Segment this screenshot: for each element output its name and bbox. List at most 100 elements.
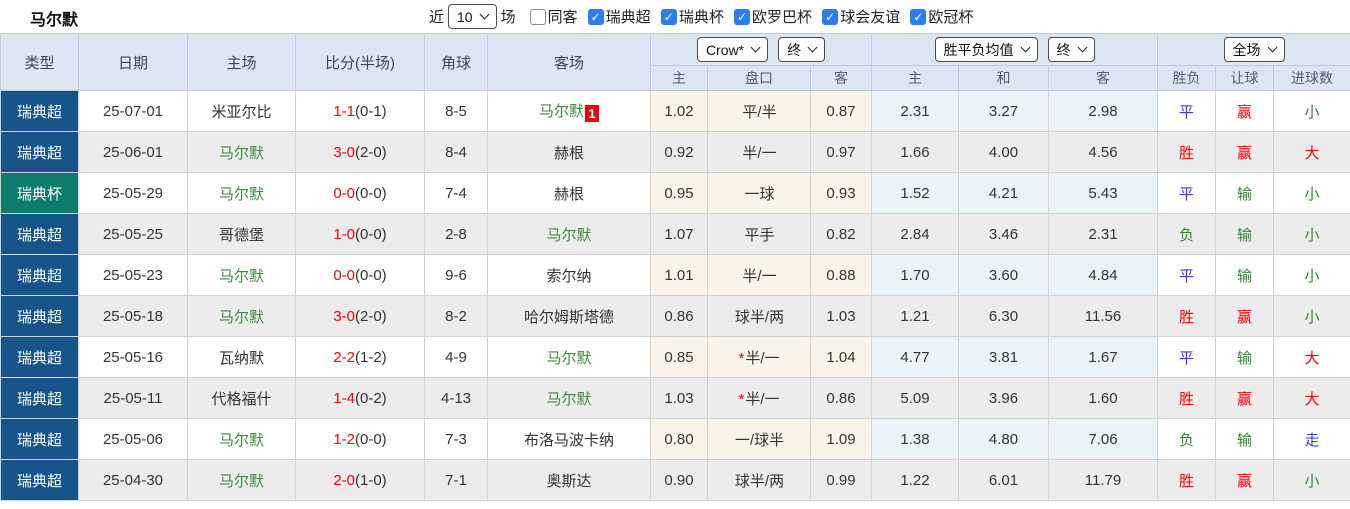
away-team-name: 布洛马波卡纳 <box>523 431 614 449</box>
bookmaker-select[interactable]: Crow* <box>696 37 769 62</box>
handicap-result: 赢 <box>1237 308 1253 326</box>
home-team-name: 哥德堡 <box>218 226 264 244</box>
col-header-wdl: 胜负 <box>1157 65 1217 91</box>
fulltime-score: 1-1 <box>333 102 355 120</box>
league-label: 瑞典杯 <box>678 9 724 26</box>
page-title: 马尔默 <box>30 12 79 29</box>
halftime-score: (1-0) <box>355 471 387 489</box>
recent-count-select[interactable]: 10 <box>448 4 497 29</box>
halftime-score: (2-0) <box>355 143 387 161</box>
halftime-score: (0-0) <box>355 430 387 448</box>
wdl-result: 平 <box>1179 103 1195 121</box>
avg-away-odds-cell: 4.84 <box>1048 254 1159 296</box>
date-cell: 25-05-25 <box>78 213 188 255</box>
league-checkbox[interactable] <box>734 8 750 25</box>
same-venue-filter[interactable]: 同客 <box>529 6 578 27</box>
home-team-cell: 马尔默 <box>187 418 296 460</box>
goals-result-cell: 小 <box>1273 213 1350 255</box>
avg-home-odds-cell: 5.09 <box>871 377 960 419</box>
avg-draw-odds-cell: 4.00 <box>958 131 1050 173</box>
home-team-name: 马尔默 <box>218 185 264 203</box>
handicap-result-cell: 赢 <box>1215 377 1275 419</box>
home-team-cell: 马尔默 <box>187 131 296 173</box>
handicap-result-cell: 赢 <box>1215 90 1275 132</box>
wdl-result: 负 <box>1179 226 1195 244</box>
wdl-avg-select[interactable]: 胜平负均值 <box>934 37 1038 62</box>
handicap-result-cell: 输 <box>1215 213 1275 255</box>
handicap-home-odds-cell: 1.07 <box>650 213 708 255</box>
chevron-down-icon <box>479 9 490 20</box>
halftime-score: (0-0) <box>355 225 387 243</box>
league-filter-item[interactable]: 欧罗巴杯 <box>734 6 812 27</box>
avg-home-odds-cell: 1.66 <box>871 131 960 173</box>
league-checkbox[interactable] <box>910 8 927 25</box>
handicap-line-cell: 一球 <box>707 172 811 214</box>
handicap-result-cell: 输 <box>1215 172 1275 214</box>
away-team-cell: 赫根 <box>487 172 651 214</box>
away-team-name: 哈尔姆斯塔德 <box>523 308 614 326</box>
avg-draw-odds-cell: 3.96 <box>958 377 1050 419</box>
league-checkbox[interactable] <box>822 8 839 25</box>
away-team-cell: 布洛马波卡纳 <box>487 418 651 460</box>
home-team-name: 米亚尔比 <box>211 103 272 121</box>
handicap-line: 平/半 <box>742 103 777 121</box>
wdl-result-cell: 胜 <box>1157 295 1217 337</box>
date-cell: 25-05-16 <box>78 336 188 378</box>
goals-result: 小 <box>1304 185 1320 203</box>
goals-result-cell: 小 <box>1273 172 1350 214</box>
league-filter-item[interactable]: 瑞典超 <box>587 6 651 27</box>
wdl-result: 胜 <box>1179 390 1195 408</box>
handicap-line-cell: *半/一 <box>707 336 811 378</box>
handicap-home-odds-cell: 1.03 <box>650 377 708 419</box>
fulltime-score: 1-2 <box>333 430 355 448</box>
goals-result-cell: 小 <box>1273 295 1350 337</box>
date-cell: 25-06-01 <box>78 131 188 173</box>
date-cell: 25-05-23 <box>78 254 188 296</box>
score-cell: 1-2(0-0) <box>295 418 425 460</box>
wdl-stage-select[interactable]: 终 <box>1047 37 1095 62</box>
league-checkbox[interactable] <box>587 8 604 25</box>
handicap-home-odds-cell: 0.92 <box>650 131 708 173</box>
league-type-cell: 瑞典超 <box>0 336 79 378</box>
handicap-away-odds-cell: 0.99 <box>809 459 873 501</box>
avg-away-odds-cell: 4.56 <box>1048 131 1159 173</box>
league-filter-item[interactable]: 欧冠杯 <box>910 6 973 27</box>
league-type-cell: 瑞典超 <box>0 131 79 173</box>
recent-label: 近 <box>429 9 445 26</box>
col-header-avg-home: 主 <box>871 65 960 91</box>
league-filter-item[interactable]: 瑞典杯 <box>660 6 724 27</box>
same-venue-checkbox[interactable] <box>529 8 546 25</box>
handicap-result: 赢 <box>1237 103 1253 121</box>
fulltime-score: 0-0 <box>333 184 355 202</box>
handicap-line-cell: 球半/两 <box>707 295 811 337</box>
corner-cell: 8-2 <box>424 295 488 337</box>
result-scope-select[interactable]: 全场 <box>1223 37 1285 62</box>
away-team-cell: 赫根 <box>487 131 651 173</box>
away-team-cell: 索尔纳 <box>487 254 651 296</box>
handicap-away-odds-cell: 1.09 <box>809 418 873 460</box>
handicap-away-odds-cell: 0.93 <box>809 172 873 214</box>
wdl-result-cell: 平 <box>1157 172 1217 214</box>
corner-cell: 7-1 <box>424 459 488 501</box>
fulltime-score: 0-0 <box>333 266 355 284</box>
avg-away-odds-cell: 7.06 <box>1048 418 1159 460</box>
handicap-line-cell: *半/一 <box>707 377 811 419</box>
league-checkbox[interactable] <box>660 8 677 25</box>
date-cell: 25-05-18 <box>78 295 188 337</box>
handicap-stage-select[interactable]: 终 <box>778 37 826 62</box>
away-team-name: 马尔默 <box>546 349 592 367</box>
table-row: 瑞典杯 25-05-29 马尔默 0-0(0-0) 7-4 赫根 0.95 一球… <box>0 172 1350 214</box>
avg-away-odds-cell: 2.31 <box>1048 213 1159 255</box>
avg-draw-odds-cell: 4.80 <box>958 418 1050 460</box>
handicap-away-odds-cell: 1.03 <box>809 295 873 337</box>
goals-result-cell: 小 <box>1273 90 1350 132</box>
halftime-score: (0-1) <box>355 102 387 120</box>
league-type-cell: 瑞典杯 <box>0 172 79 214</box>
fulltime-score: 2-0 <box>333 471 355 489</box>
table-row: 瑞典超 25-05-18 马尔默 3-0(2-0) 8-2 哈尔姆斯塔德 0.8… <box>0 295 1350 337</box>
handicap-line: 半/一 <box>745 390 780 408</box>
table-row: 瑞典超 25-06-01 马尔默 3-0(2-0) 8-4 赫根 0.92 半/… <box>0 131 1350 173</box>
score-cell: 2-0(1-0) <box>295 459 425 501</box>
handicap-away-odds-cell: 0.88 <box>809 254 873 296</box>
league-filter-item[interactable]: 球会友谊 <box>822 6 900 27</box>
